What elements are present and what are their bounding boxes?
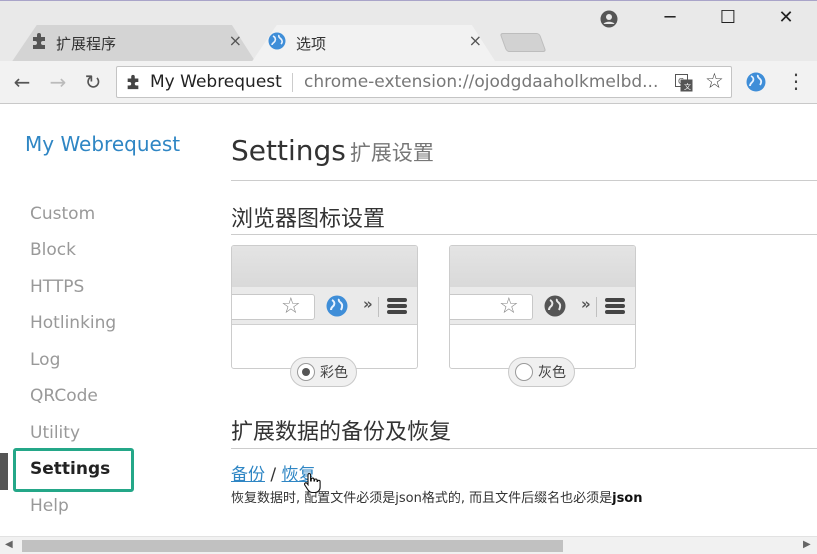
active-item-marker [0, 453, 8, 490]
sidebar-item-qrcode[interactable]: QRCode [30, 386, 98, 406]
sidebar-item-utility[interactable]: Utility [30, 423, 80, 443]
tab-close-icon[interactable]: × [229, 31, 242, 50]
preview-menu-icon [387, 298, 407, 314]
page-title: Settings 扩展设置 [231, 134, 434, 167]
globe-icon [268, 32, 286, 50]
new-tab-button[interactable] [499, 33, 547, 52]
maximize-button[interactable]: ☐ [713, 7, 743, 28]
sidebar-item-hotlinking[interactable]: Hotlinking [30, 313, 116, 333]
preview-overflow-icon: » [581, 295, 591, 313]
preview-menu-icon [605, 298, 625, 314]
tab-extensions[interactable]: 扩展程序 × [12, 25, 256, 62]
horizontal-scrollbar[interactable]: ◀ ▶ [0, 536, 817, 554]
color-option-radio[interactable]: 彩色 [290, 357, 357, 387]
sidebar-item-settings[interactable]: Settings [30, 459, 110, 479]
scroll-left-icon[interactable]: ◀ [5, 539, 13, 550]
note-bold: json [612, 491, 643, 506]
tab-options[interactable]: 选项 × [252, 25, 496, 62]
section-divider [231, 234, 817, 235]
translate-icon[interactable]: G 文 [675, 74, 693, 92]
gray-option-radio[interactable]: 灰色 [508, 357, 575, 387]
tab-background [252, 25, 497, 62]
bookmark-star-icon[interactable]: ☆ [705, 69, 724, 93]
browser-toolbar: ← → ↻ My Webrequest chrome-extension://o… [0, 61, 817, 104]
preview-toolbar: ☆ » [450, 287, 635, 325]
sidebar-item-https[interactable]: HTTPS [30, 277, 84, 297]
backup-link[interactable]: 备份 [231, 465, 265, 485]
url-text[interactable]: chrome-extension://ojodgdaaholkmelbd... [304, 72, 664, 92]
preview-titlebar [450, 246, 635, 287]
backup-heading: 扩展数据的备份及恢复 [231, 420, 452, 445]
tab-close-icon[interactable]: × [469, 31, 482, 50]
puzzle-icon [33, 33, 45, 49]
gray-icon-preview[interactable]: ☆ » [449, 245, 636, 369]
radio-unchecked-icon[interactable] [515, 363, 533, 381]
back-button[interactable]: ← [9, 69, 35, 95]
title-divider [231, 180, 817, 181]
scrollbar-thumb[interactable] [22, 540, 563, 552]
scroll-right-icon[interactable]: ▶ [803, 539, 811, 550]
radio-checked-icon[interactable] [297, 363, 315, 381]
sidebar-item-custom[interactable]: Custom [30, 204, 95, 224]
tab-label: 选项 [296, 35, 327, 53]
sidebar-item-log[interactable]: Log [30, 350, 60, 370]
tab-background [12, 25, 257, 62]
sidebar-item-help[interactable]: Help [30, 496, 69, 516]
preview-overflow-icon: » [363, 295, 373, 313]
color-globe-icon [326, 295, 348, 317]
tab-label: 扩展程序 [56, 35, 117, 53]
omnibox-divider [292, 73, 293, 92]
minimize-button[interactable]: ─ [655, 7, 685, 28]
profile-icon[interactable] [600, 10, 618, 28]
sidebar-item-block[interactable]: Block [30, 240, 76, 260]
sidebar-brand[interactable]: My Webrequest [25, 132, 180, 156]
preview-separator [596, 297, 597, 317]
preview-star-icon: ☆ [281, 294, 301, 319]
reload-button[interactable]: ↻ [80, 69, 106, 95]
icon-settings-heading: 浏览器图标设置 [231, 207, 386, 232]
window-close-button[interactable]: ✕ [771, 7, 801, 28]
page-subtitle: 扩展设置 [349, 141, 434, 165]
preview-omnibox: ☆ [450, 294, 533, 320]
page-origin-title: My Webrequest [150, 72, 282, 92]
page-title-text: Settings [231, 134, 346, 167]
hand-cursor-icon [303, 472, 321, 494]
address-bar[interactable]: My Webrequest chrome-extension://ojodgda… [116, 66, 732, 98]
link-separator: / [270, 465, 277, 485]
section-divider [231, 448, 817, 449]
preview-titlebar [232, 246, 417, 287]
extension-globe-icon[interactable] [746, 72, 766, 92]
browser-menu-icon[interactable]: ⋮ [786, 68, 806, 94]
preview-toolbar: ☆ » [232, 287, 417, 325]
gray-globe-icon [544, 295, 566, 317]
color-icon-preview[interactable]: ☆ » [231, 245, 418, 369]
radio-label: 彩色 [320, 365, 348, 381]
forward-button[interactable]: → [45, 69, 71, 95]
preview-star-icon: ☆ [499, 294, 519, 319]
preview-omnibox: ☆ [232, 294, 315, 320]
preview-separator [378, 297, 379, 317]
restore-note: 恢复数据时, 配置文件必须是json格式的, 而且文件后缀名也必须是json [231, 487, 643, 506]
radio-label: 灰色 [538, 365, 566, 381]
browser-titlebar: 扩展程序 × 选项 × ─ ☐ ✕ [0, 0, 817, 61]
puzzle-icon [127, 74, 139, 90]
note-text: 恢复数据时, 配置文件必须是json格式的, 而且文件后缀名也必须是 [231, 491, 613, 506]
svg-text:文: 文 [684, 82, 691, 91]
